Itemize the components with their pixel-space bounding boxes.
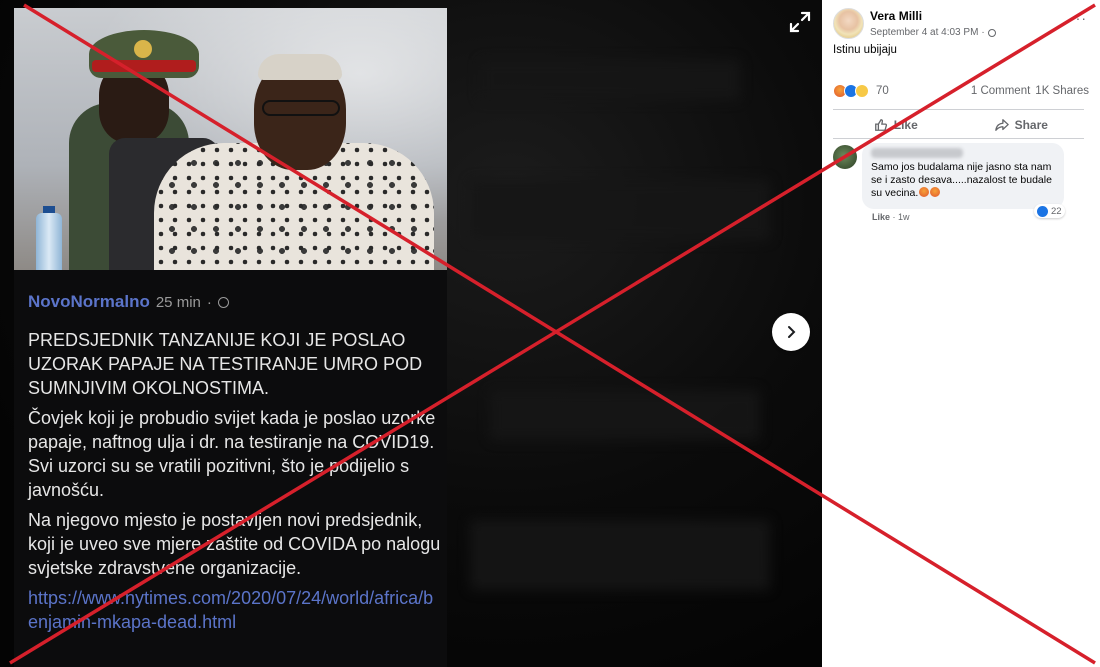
- comment-reaction-count: 22: [1051, 205, 1062, 217]
- fullscreen-expand-icon[interactable]: [788, 10, 812, 34]
- post-actions: Like Share: [833, 112, 1084, 137]
- next-photo-button[interactable]: [772, 313, 810, 351]
- blurred-background-shape: [470, 520, 770, 590]
- sad-reaction-icon: [855, 84, 869, 98]
- author-name[interactable]: Vera Milli: [870, 9, 922, 23]
- angry-emoji-icon: [919, 187, 930, 197]
- commenter-avatar[interactable]: [833, 145, 857, 169]
- blurred-background-shape: [470, 180, 770, 240]
- screenshot-post-author: NovoNormalno: [28, 292, 150, 311]
- author-avatar[interactable]: [833, 8, 864, 39]
- shares-count[interactable]: 1K Shares: [1035, 85, 1089, 97]
- reaction-count[interactable]: 70: [876, 85, 889, 97]
- more-options-button[interactable]: ···: [1070, 10, 1087, 26]
- like-reaction-icon: [1037, 205, 1048, 217]
- screenshot-post-header: NovoNormalno 25 min ·: [28, 292, 229, 312]
- comments-count[interactable]: 1 Comment: [971, 85, 1030, 97]
- screenshot-post-paragraph: Čovjek koji je probudio svijet kada je p…: [28, 408, 436, 500]
- photo-cap-band: [92, 60, 196, 72]
- screenshot-post-link: https://www.nytimes.com/2020/07/24/world…: [28, 588, 434, 632]
- media-viewer: NovoNormalno 25 min · PREDSJEDNIK TANZAN…: [0, 0, 822, 667]
- comment-text: Samo jos budalama nije jasno sta nam se …: [871, 161, 1055, 200]
- photo-water-bottle: [36, 213, 62, 270]
- like-label: Like: [893, 117, 918, 132]
- globe-icon: [217, 296, 229, 308]
- angry-emoji-icon: [930, 187, 941, 197]
- screenshot-post: NovoNormalno 25 min · PREDSJEDNIK TANZAN…: [14, 270, 447, 667]
- screenshot-post-time: 25 min: [155, 293, 201, 311]
- post-photo: [14, 8, 447, 270]
- thumbs-up-icon: [874, 118, 887, 131]
- photo-glasses: [262, 100, 340, 116]
- photo-cap-badge: [134, 40, 152, 58]
- screenshot-post-paragraph: Na njegovo mjesto je postavljen novi pre…: [28, 510, 441, 578]
- comment-bubble: Samo jos budalama nije jasno sta nam se …: [862, 143, 1064, 209]
- divider: [833, 138, 1084, 139]
- photo-man-hair: [258, 54, 342, 80]
- post-sidebar: Vera Milli September 4 at 4:03 PM · ··· …: [822, 0, 1100, 667]
- comment-meta: Like · 1w: [872, 212, 910, 222]
- share-label: Share: [1014, 117, 1048, 132]
- comment-text-content: Samo jos budalama nije jasno sta nam se …: [871, 161, 1052, 199]
- globe-icon: [987, 28, 996, 37]
- screenshot-post-headline: PREDSJEDNIK TANZANIJE KOJI JE POSLAO UZO…: [28, 330, 423, 398]
- share-icon: [994, 118, 1009, 131]
- comment-reactions[interactable]: 22: [1034, 204, 1065, 218]
- chevron-right-icon: [788, 326, 796, 338]
- commenter-name-blurred: [871, 148, 963, 158]
- like-button[interactable]: Like: [833, 112, 959, 137]
- blurred-background-shape: [490, 390, 760, 440]
- post-caption: Istinu ubijaju: [833, 44, 897, 56]
- comment-age[interactable]: 1w: [898, 212, 910, 222]
- reactions-summary: 70 1 Comment 1K Shares: [833, 84, 1089, 98]
- screenshot-post-separator: ·: [206, 293, 212, 311]
- comment-like-link[interactable]: Like: [872, 212, 890, 222]
- divider: [833, 109, 1084, 110]
- meta-separator: ·: [981, 27, 985, 38]
- share-button[interactable]: Share: [959, 112, 1085, 137]
- comment-meta-separator: ·: [892, 212, 896, 222]
- post-stats: 1 Comment 1K Shares: [971, 85, 1089, 97]
- blurred-background-shape: [480, 60, 740, 100]
- post-meta: September 4 at 4:03 PM ·: [870, 27, 996, 38]
- screenshot-post-body: PREDSJEDNIK TANZANIJE KOJI JE POSLAO UZO…: [28, 328, 443, 640]
- post-timestamp[interactable]: September 4 at 4:03 PM: [870, 27, 978, 38]
